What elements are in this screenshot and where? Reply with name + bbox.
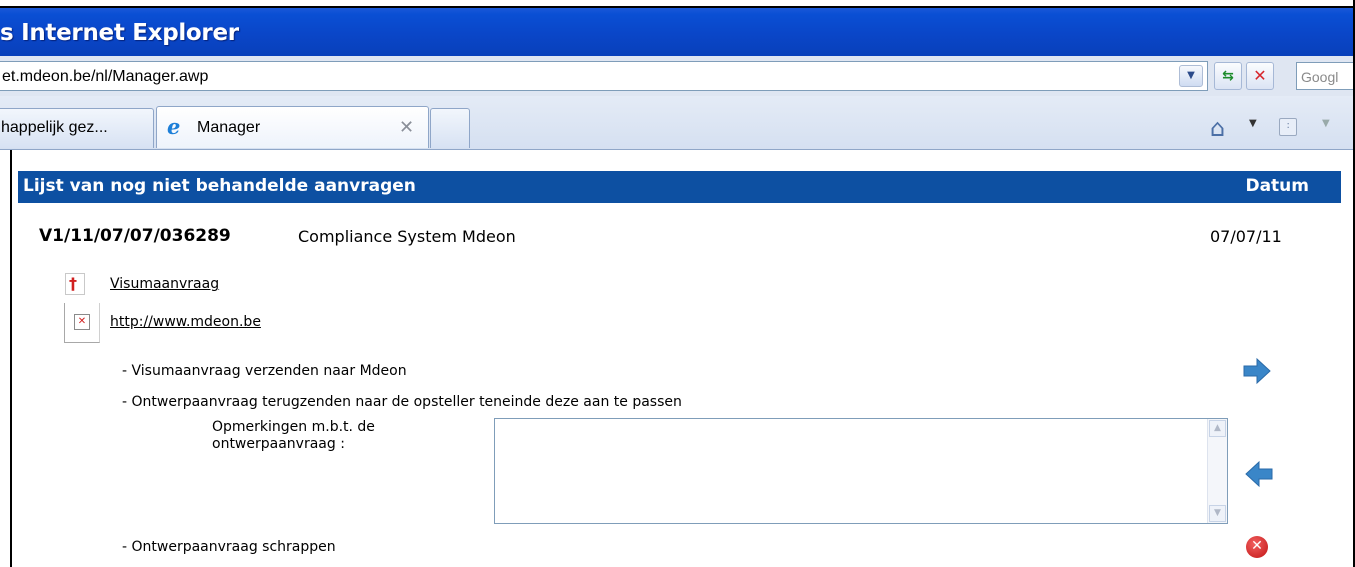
home-dropdown-chevron-down-icon[interactable]: ▼ (1249, 118, 1257, 129)
website-link[interactable]: http://www.mdeon.be (110, 314, 261, 330)
tab-manager[interactable]: e Manager ✕ (156, 106, 429, 148)
request-name: Compliance System Mdeon (298, 227, 516, 246)
broken-image-icon: ✕ (74, 314, 90, 330)
request-id: V1/11/07/07/036289 (39, 226, 231, 246)
request-date: 07/07/11 (1210, 227, 1282, 246)
search-placeholder: Googl (1301, 69, 1339, 85)
date-column-header: Datum (1245, 176, 1309, 196)
arrow-right-icon[interactable] (1242, 357, 1272, 385)
feed-icon[interactable]: ∶ (1279, 118, 1297, 136)
arrow-left-icon[interactable] (1244, 460, 1274, 488)
page-content: Lijst van nog niet behandelde aanvragen … (10, 150, 1353, 567)
address-dropdown-chevron-down-icon[interactable]: ▼ (1179, 65, 1203, 87)
ie-icon: e (167, 114, 181, 139)
window-title: s Internet Explorer (0, 20, 239, 46)
tab-previous[interactable]: happelijk gez... (0, 108, 154, 148)
title-bar: s Internet Explorer (0, 6, 1353, 60)
document-link[interactable]: Visumaanvraag (110, 276, 219, 292)
address-url: et.mdeon.be/nl/Manager.awp (2, 68, 209, 85)
refresh-icon[interactable]: ⇆ (1214, 62, 1242, 90)
scroll-up-icon[interactable]: ▲ (1209, 420, 1226, 437)
delete-icon[interactable]: ✕ (1246, 536, 1268, 558)
browser-window: s Internet Explorer et.mdeon.be/nl/Manag… (0, 0, 1355, 567)
search-input[interactable]: Googl (1296, 62, 1353, 90)
close-icon[interactable]: ✕ (399, 117, 414, 138)
tab-row: happelijk gez... e Manager ✕ ⌂ ▼ ∶ ▼ (0, 96, 1353, 150)
tab-label: happelijk gez... (1, 119, 108, 136)
return-action-label: - Ontwerpaanvraag terugzenden naar de op… (122, 394, 682, 410)
new-tab-button[interactable] (430, 108, 470, 148)
scroll-down-icon[interactable]: ▼ (1209, 505, 1226, 522)
feed-dropdown-chevron-down-icon[interactable]: ▼ (1322, 118, 1330, 129)
list-header: Lijst van nog niet behandelde aanvragen … (18, 171, 1341, 203)
stop-icon[interactable]: ✕ (1246, 62, 1274, 90)
home-icon[interactable]: ⌂ (1210, 114, 1225, 142)
remarks-scrollbar[interactable]: ▲ ▼ (1207, 419, 1227, 523)
address-input[interactable]: et.mdeon.be/nl/Manager.awp ▼ (0, 61, 1208, 91)
pdf-icon[interactable] (65, 273, 85, 295)
remarks-label: Opmerkingen m.b.t. de ontwerpaanvraag : (212, 419, 375, 452)
address-row: et.mdeon.be/nl/Manager.awp ▼ ⇆ ✕ Googl (0, 56, 1353, 96)
send-action-label: - Visumaanvraag verzenden naar Mdeon (122, 363, 407, 379)
tab-label: Manager (197, 119, 261, 136)
remarks-textarea[interactable]: ▲ ▼ (494, 418, 1228, 524)
delete-action-label: - Ontwerpaanvraag schrappen (122, 539, 336, 555)
list-title: Lijst van nog niet behandelde aanvragen (23, 176, 416, 196)
